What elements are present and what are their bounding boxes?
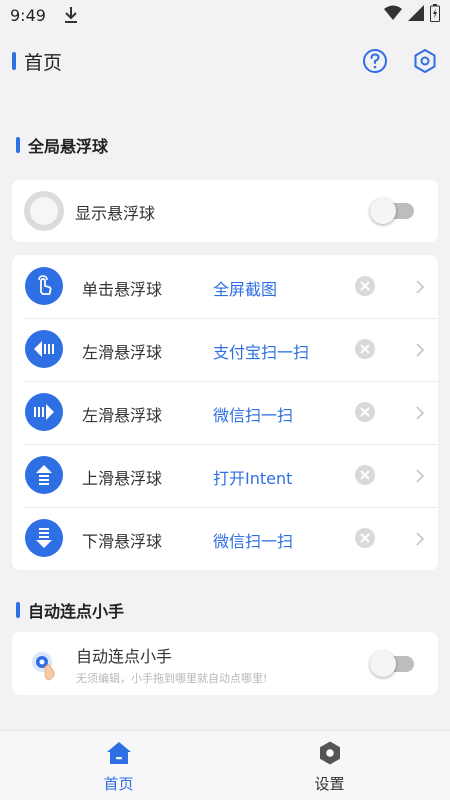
status-time: 9:49 — [10, 5, 46, 25]
gesture-name: 上滑悬浮球 — [82, 469, 163, 488]
arrow-down-icon — [25, 519, 63, 557]
settings-hex-icon[interactable] — [412, 48, 438, 74]
gesture-row-swipe-left[interactable]: 左滑悬浮球 支付宝扫一扫 — [12, 318, 438, 381]
nav-label-settings: 设置 — [314, 775, 345, 793]
chevron-right-icon[interactable] — [415, 531, 425, 547]
show-ball-card: 显示悬浮球 — [12, 180, 438, 242]
section-title: 全局悬浮球 — [28, 137, 109, 156]
nav-item-home[interactable]: 首页 — [6, 731, 231, 800]
gesture-name: 左滑悬浮球 — [82, 343, 163, 362]
gesture-action[interactable]: 支付宝扫一扫 — [213, 339, 309, 363]
gesture-row-swipe-up[interactable]: 上滑悬浮球 打开Intent — [12, 444, 438, 507]
clear-icon[interactable] — [355, 528, 375, 548]
chevron-right-icon[interactable] — [415, 342, 425, 358]
gesture-action[interactable]: 微信扫一扫 — [213, 402, 293, 426]
home-icon — [106, 740, 132, 766]
arrow-up-icon — [25, 456, 63, 494]
auto-clicker-card: 自动连点小手 无须编辑，小手拖到哪里就自动点哪里! — [12, 632, 438, 695]
title-accent-bar — [12, 52, 16, 70]
section-accent-bar — [16, 137, 20, 153]
app-header: 首页 — [0, 36, 450, 86]
gesture-action[interactable]: 全屏截图 — [213, 276, 277, 300]
arrow-right-icon — [25, 393, 63, 431]
wifi-icon — [384, 5, 402, 25]
chevron-right-icon[interactable] — [415, 279, 425, 295]
download-icon — [64, 6, 78, 24]
battery-icon — [430, 4, 440, 26]
clear-icon[interactable] — [355, 465, 375, 485]
show-ball-label: 显示悬浮球 — [75, 204, 156, 223]
settings-icon — [317, 740, 343, 766]
gesture-row-tap[interactable]: 单击悬浮球 全屏截图 — [12, 255, 438, 318]
gesture-name: 下滑悬浮球 — [82, 532, 163, 551]
gesture-row-swipe-right[interactable]: 左滑悬浮球 微信扫一扫 — [12, 381, 438, 444]
divider — [24, 444, 438, 445]
section-auto-clicker: 自动连点小手 — [16, 598, 124, 622]
cellular-icon — [408, 5, 424, 25]
auto-click-hand-icon — [30, 649, 64, 683]
divider — [24, 381, 438, 382]
auto-clicker-subtitle: 无须编辑，小手拖到哪里就自动点哪里! — [76, 672, 268, 685]
status-bar: 9:49 — [0, 0, 450, 30]
bottom-nav: 首页 设置 — [0, 730, 450, 800]
floating-ball-preview-icon — [24, 191, 64, 231]
chevron-right-icon[interactable] — [415, 405, 425, 421]
show-ball-toggle[interactable] — [370, 198, 414, 224]
auto-clicker-toggle[interactable] — [370, 651, 414, 677]
nav-item-settings[interactable]: 设置 — [217, 731, 442, 800]
divider — [24, 507, 438, 508]
gesture-row-swipe-down[interactable]: 下滑悬浮球 微信扫一扫 — [12, 507, 438, 570]
section-global-ball: 全局悬浮球 — [16, 133, 108, 157]
divider — [24, 318, 438, 319]
page-title: 首页 — [24, 51, 63, 74]
auto-clicker-title: 自动连点小手 — [76, 647, 173, 666]
clear-icon[interactable] — [355, 339, 375, 359]
section-accent-bar — [16, 602, 20, 618]
gesture-name: 左滑悬浮球 — [82, 406, 163, 425]
clear-icon[interactable] — [355, 402, 375, 422]
clear-icon[interactable] — [355, 276, 375, 296]
section-title: 自动连点小手 — [28, 602, 125, 621]
tap-hand-icon — [25, 267, 63, 305]
gesture-name: 单击悬浮球 — [82, 280, 163, 299]
gesture-action[interactable]: 微信扫一扫 — [213, 528, 293, 552]
gesture-action[interactable]: 打开Intent — [213, 465, 292, 489]
arrow-left-icon — [25, 330, 63, 368]
nav-label-home: 首页 — [103, 775, 134, 793]
gesture-list: 单击悬浮球 全屏截图 左滑悬浮球 支付宝扫一扫 左滑悬浮球 微信扫一扫 上滑悬浮… — [12, 255, 438, 570]
chevron-right-icon[interactable] — [415, 468, 425, 484]
help-icon[interactable] — [362, 48, 388, 74]
